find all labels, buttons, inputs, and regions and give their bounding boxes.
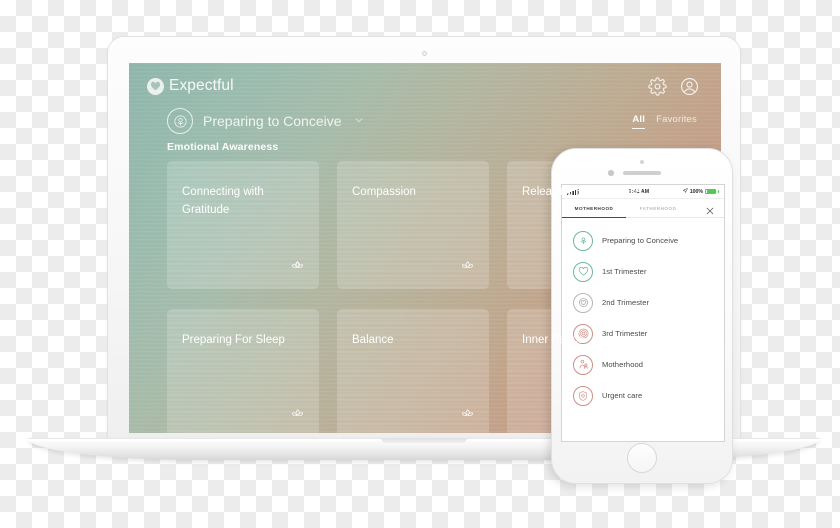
tab-fatherhood[interactable]: FATHERHOOD — [626, 206, 690, 211]
list-item[interactable]: Preparing to Conceive — [562, 225, 724, 256]
laptop-base-notch — [381, 438, 467, 443]
meditation-card[interactable]: Balance — [337, 309, 489, 433]
filter-tabs: All Favorites — [632, 114, 697, 129]
lotus-icon — [290, 258, 305, 278]
meditation-card[interactable]: Connecting with Gratitude — [167, 161, 319, 289]
location-arrow-icon — [681, 187, 688, 195]
list-item-label: Preparing to Conceive — [602, 236, 679, 245]
shield-heart-icon — [573, 385, 593, 406]
meditation-card-title: Compassion — [352, 186, 416, 198]
app-subbar: Preparing to Conceive All Favorites — [129, 101, 721, 141]
heart-target-circle-icon — [573, 292, 593, 313]
seedling-circle-icon — [573, 230, 593, 251]
tab-all[interactable]: All — [632, 114, 646, 129]
mother-baby-icon — [573, 354, 593, 375]
tab-motherhood[interactable]: MOTHERHOOD — [562, 206, 626, 211]
stage-selector-label: Preparing to Conceive — [203, 113, 342, 129]
brand: Expectful — [147, 77, 234, 95]
meditation-card-title: Preparing For Sleep — [182, 334, 285, 346]
phone-home-button[interactable] — [627, 443, 657, 473]
gear-icon[interactable] — [648, 76, 667, 96]
stage-list: Preparing to Conceive 1st Trimester 2nd … — [562, 218, 724, 411]
lotus-icon — [460, 406, 475, 426]
meditation-card[interactable]: Compassion — [337, 161, 489, 289]
meditation-card-title: Connecting with Gratitude — [182, 186, 264, 216]
chevron-down-icon[interactable] — [354, 112, 364, 130]
account-avatar-icon[interactable] — [680, 77, 699, 96]
list-item-label: 2nd Trimester — [602, 298, 650, 307]
heart-circle-icon — [573, 261, 593, 282]
brand-name: Expectful — [169, 77, 234, 94]
lotus-icon — [460, 258, 475, 278]
phone-speaker-grille — [623, 171, 661, 175]
lotus-icon — [630, 258, 645, 278]
close-x-icon[interactable] — [705, 203, 715, 215]
phone-screen: 9:41 AM 100% MOTHERHOOD FATHERHOOD Prepa… — [561, 184, 725, 442]
meditation-card[interactable]: Preparing For Sleep — [167, 309, 319, 433]
screenshot-stage: Expectful Preparing to Conceive All Favo… — [0, 0, 840, 528]
lotus-icon — [290, 406, 305, 426]
tab-favorites[interactable]: Favorites — [656, 114, 697, 128]
header-icon-group — [648, 76, 699, 96]
list-item-label: Motherhood — [602, 360, 644, 369]
list-item-label: Urgent care — [602, 391, 643, 400]
phone-camera-icon — [640, 160, 644, 164]
status-bar-right: 100% — [671, 187, 719, 195]
heart-in-circle-logo-icon — [147, 77, 164, 95]
battery-full-icon — [705, 188, 716, 195]
stage-selector[interactable]: Preparing to Conceive — [167, 108, 364, 134]
meditation-card-title: Balance — [352, 334, 394, 346]
phone-tab-bar: MOTHERHOOD FATHERHOOD — [562, 199, 724, 218]
meditation-card-title: Releasing Expectations — [522, 186, 643, 198]
list-item[interactable]: 2nd Trimester — [562, 287, 724, 318]
lotus-icon — [630, 406, 645, 426]
active-tab-indicator — [562, 216, 626, 218]
list-item[interactable]: Motherhood — [562, 349, 724, 380]
seedling-circle-icon — [167, 108, 193, 134]
meditation-card-title: Inner Peace — [522, 334, 585, 346]
page-title: Emotional Awareness — [167, 141, 279, 153]
phone-sensor-icon — [608, 170, 614, 176]
laptop-webcam-icon — [421, 51, 427, 56]
battery-tip — [718, 190, 719, 193]
battery-percent-label: 100% — [689, 188, 703, 195]
